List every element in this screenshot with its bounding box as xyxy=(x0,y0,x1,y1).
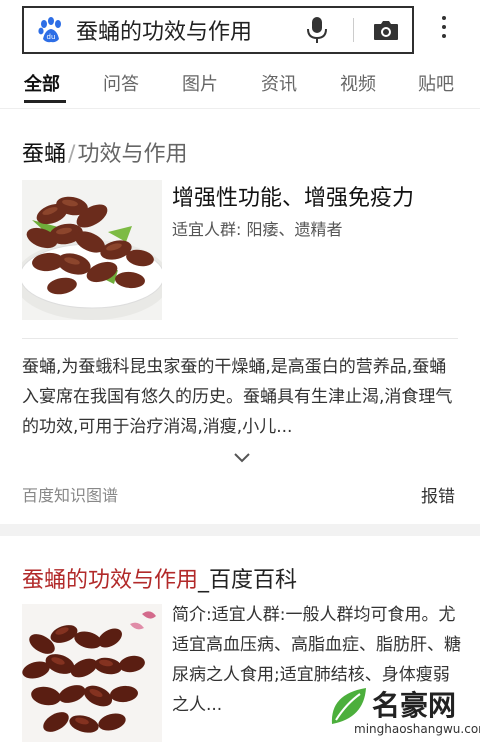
result-title-rest: _百度百科 xyxy=(198,568,298,593)
svg-text:du: du xyxy=(47,33,56,41)
meta-label: 适宜人群: xyxy=(172,220,242,239)
search-input[interactable]: 蚕蛹的功效与作用 xyxy=(76,14,305,46)
report-error-link[interactable]: 报错 xyxy=(421,482,455,507)
meta-value: 阳痿、遗精者 xyxy=(246,220,343,239)
knowledge-meta: 适宜人群: 阳痿、遗精者 xyxy=(172,216,343,240)
watermark: 名豪网 minghaoshangwu.com xyxy=(326,684,480,742)
tab-qa[interactable]: 问答 xyxy=(103,70,139,96)
knowledge-title-main: 蚕蛹 xyxy=(22,142,67,167)
search-bar-separator xyxy=(353,18,354,42)
watermark-name: 名豪网 xyxy=(372,689,457,722)
knowledge-source[interactable]: 百度知识图谱 xyxy=(22,482,118,506)
tab-news[interactable]: 资讯 xyxy=(261,70,297,96)
knowledge-card-divider xyxy=(22,338,458,339)
knowledge-description[interactable]: 蚕蛹,为蚕蛾科昆虫家蚕的干燥蛹,是高蛋白的营养品,蚕蛹入宴席在我国有悠久的历史。… xyxy=(22,352,458,442)
knowledge-title-separator: / xyxy=(68,142,76,167)
tab-videos[interactable]: 视频 xyxy=(340,70,376,96)
microphone-icon[interactable] xyxy=(305,15,329,45)
tab-tieba[interactable]: 贴吧 xyxy=(418,70,454,96)
watermark-url: minghaoshangwu.com xyxy=(354,722,480,736)
tab-images[interactable]: 图片 xyxy=(182,70,218,96)
result-title-link[interactable]: 蚕蛹的功效与作用_百度百科 xyxy=(22,562,297,594)
search-bar[interactable]: du 蚕蛹的功效与作用 xyxy=(22,6,414,54)
baidu-paw-icon: du xyxy=(36,15,66,45)
more-menu-icon[interactable] xyxy=(440,16,448,44)
knowledge-headline[interactable]: 增强性功能、增强免疫力 xyxy=(172,180,414,212)
section-gap xyxy=(0,524,480,536)
knowledge-card-title[interactable]: 蚕蛹/功效与作用 xyxy=(22,136,187,168)
chevron-down-icon[interactable] xyxy=(233,450,251,464)
knowledge-title-sub: 功效与作用 xyxy=(77,142,188,167)
fried-silkworm-pupa-image[interactable] xyxy=(22,604,162,742)
tab-bar: 全部 问答 图片 资讯 视频 贴吧 xyxy=(0,70,480,110)
tab-all[interactable]: 全部 xyxy=(24,70,60,96)
result-title-keyword: 蚕蛹的功效与作用 xyxy=(22,568,199,593)
tabs-divider xyxy=(0,108,480,109)
camera-icon[interactable] xyxy=(372,18,400,42)
silkworm-pupa-dish-image[interactable] xyxy=(22,180,162,320)
active-tab-indicator xyxy=(24,100,66,103)
